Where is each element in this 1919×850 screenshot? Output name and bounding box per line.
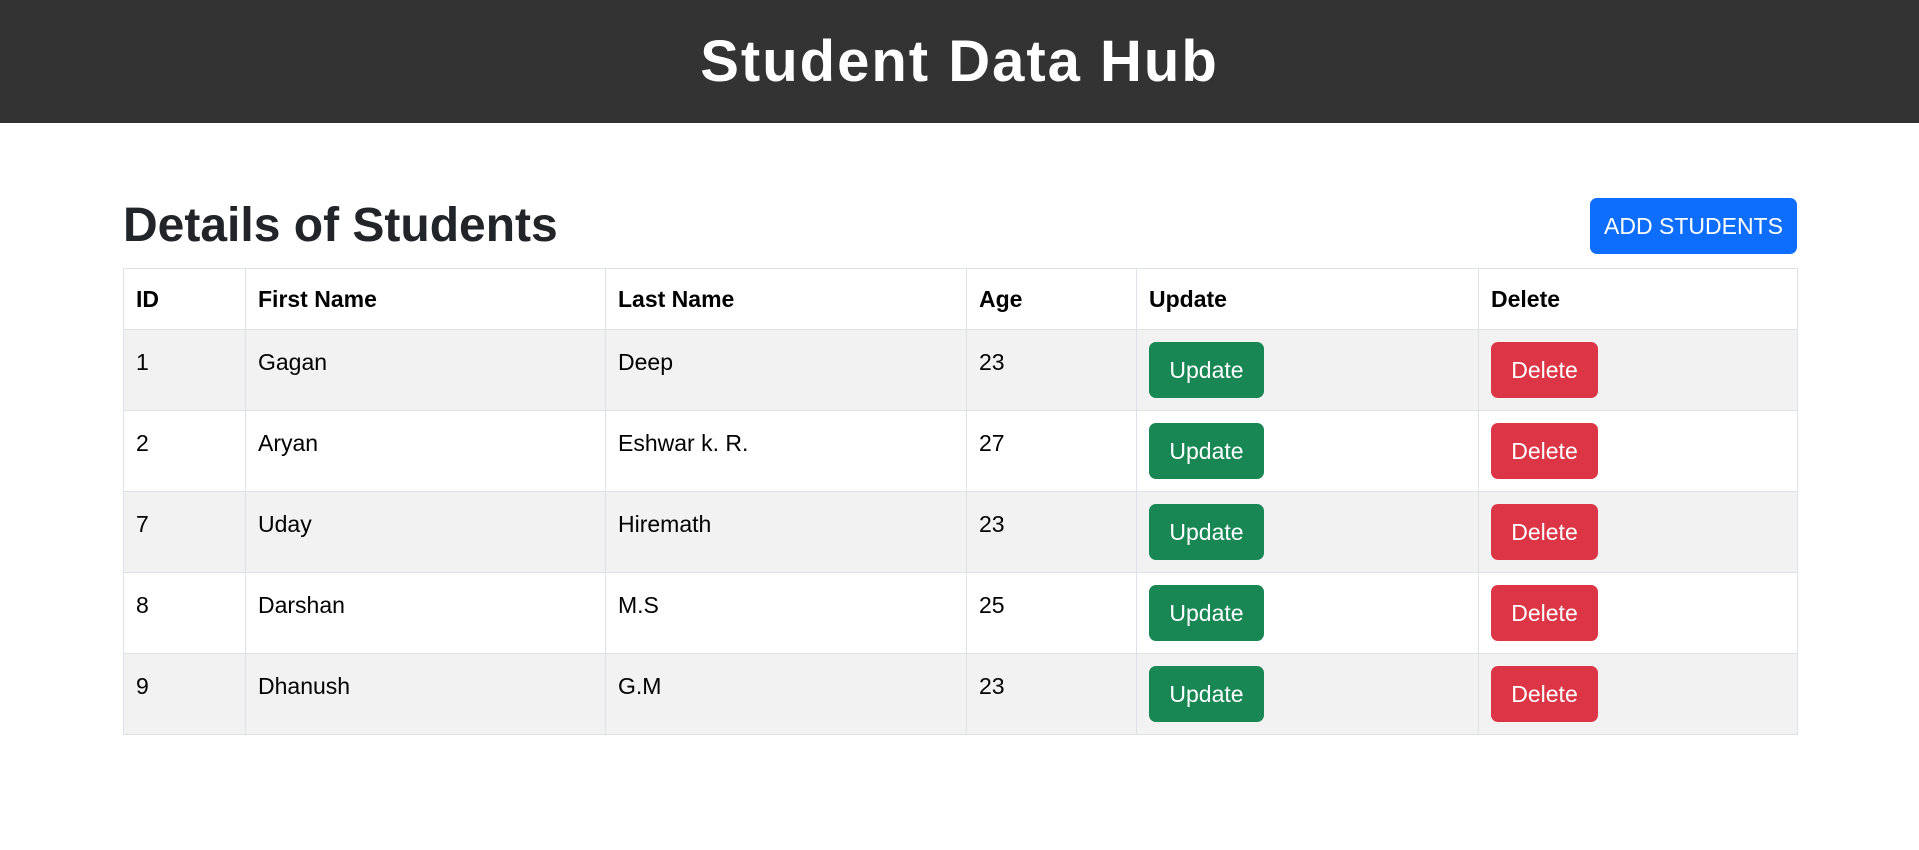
cell-first-name: Darshan — [245, 572, 606, 654]
column-header-delete: Delete — [1478, 268, 1798, 330]
cell-first-name: Uday — [245, 491, 606, 573]
cell-age: 23 — [966, 653, 1137, 735]
cell-delete: Delete — [1478, 410, 1798, 492]
delete-button[interactable]: Delete — [1491, 666, 1598, 722]
delete-button[interactable]: Delete — [1491, 423, 1598, 479]
cell-age: 23 — [966, 491, 1137, 573]
cell-last-name: M.S — [605, 572, 967, 654]
cell-update: Update — [1136, 410, 1479, 492]
cell-last-name: Deep — [605, 329, 967, 411]
cell-id: 7 — [123, 491, 246, 573]
cell-id: 8 — [123, 572, 246, 654]
update-button[interactable]: Update — [1149, 342, 1264, 398]
cell-delete: Delete — [1478, 653, 1798, 735]
update-button[interactable]: Update — [1149, 423, 1264, 479]
cell-first-name: Gagan — [245, 329, 606, 411]
add-students-button[interactable]: ADD STUDENTS — [1590, 198, 1797, 254]
cell-last-name: G.M — [605, 653, 967, 735]
delete-button[interactable]: Delete — [1491, 585, 1598, 641]
table-header-row: ID First Name Last Name Age Update Delet… — [123, 268, 1798, 330]
update-button[interactable]: Update — [1149, 585, 1264, 641]
cell-id: 1 — [123, 329, 246, 411]
update-button[interactable]: Update — [1149, 666, 1264, 722]
cell-last-name: Eshwar k. R. — [605, 410, 967, 492]
update-button[interactable]: Update — [1149, 504, 1264, 560]
table-row: 7 Uday Hiremath 23 Update Delete — [123, 491, 1798, 573]
cell-delete: Delete — [1478, 491, 1798, 573]
column-header-age: Age — [966, 268, 1137, 330]
column-header-id: ID — [123, 268, 246, 330]
cell-id: 9 — [123, 653, 246, 735]
delete-button[interactable]: Delete — [1491, 342, 1598, 398]
site-title: Student Data Hub — [700, 28, 1219, 94]
site-header: Student Data Hub — [0, 0, 1919, 123]
cell-age: 23 — [966, 329, 1137, 411]
table-row: 9 Dhanush G.M 23 Update Delete — [123, 653, 1798, 735]
main-content: Details of Students ADD STUDENTS — [123, 123, 1797, 268]
column-header-update: Update — [1136, 268, 1479, 330]
page-title: Details of Students — [123, 199, 558, 252]
cell-first-name: Aryan — [245, 410, 606, 492]
cell-id: 2 — [123, 410, 246, 492]
table-row: 2 Aryan Eshwar k. R. 27 Update Delete — [123, 410, 1798, 492]
cell-update: Update — [1136, 653, 1479, 735]
table-row: 8 Darshan M.S 25 Update Delete — [123, 572, 1798, 654]
cell-update: Update — [1136, 572, 1479, 654]
cell-age: 25 — [966, 572, 1137, 654]
cell-delete: Delete — [1478, 329, 1798, 411]
cell-first-name: Dhanush — [245, 653, 606, 735]
cell-update: Update — [1136, 491, 1479, 573]
cell-delete: Delete — [1478, 572, 1798, 654]
table-row: 1 Gagan Deep 23 Update Delete — [123, 329, 1798, 411]
students-table: ID First Name Last Name Age Update Delet… — [123, 268, 1798, 735]
column-header-last-name: Last Name — [605, 268, 967, 330]
cell-last-name: Hiremath — [605, 491, 967, 573]
cell-age: 27 — [966, 410, 1137, 492]
toolbar: Details of Students ADD STUDENTS — [123, 123, 1797, 268]
cell-update: Update — [1136, 329, 1479, 411]
column-header-first-name: First Name — [245, 268, 606, 330]
delete-button[interactable]: Delete — [1491, 504, 1598, 560]
